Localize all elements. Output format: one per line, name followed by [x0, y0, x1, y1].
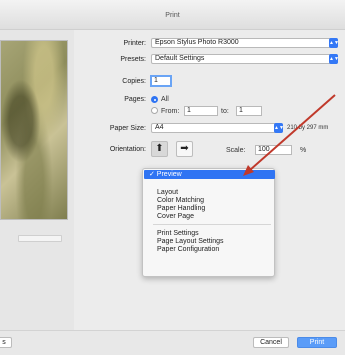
landscape-orientation-button[interactable]: ➡: [176, 141, 193, 157]
window-title: Print: [165, 12, 180, 19]
print-button[interactable]: Print: [297, 337, 337, 348]
presets-value: Default Settings: [155, 55, 205, 62]
pages-to-label: to:: [221, 108, 229, 115]
pages-range-radio[interactable]: [151, 107, 158, 114]
menu-item-color-matching[interactable]: Color Matching: [157, 197, 204, 204]
copies-field[interactable]: 1: [150, 75, 172, 87]
title-bar: Print: [0, 0, 345, 30]
scale-unit: %: [300, 147, 307, 154]
paper-size-dimensions: 210 by 297 mm: [287, 125, 329, 131]
popup-arrows-icon: ▲▼: [329, 54, 339, 64]
orientation-label: Orientation:: [109, 146, 146, 153]
printer-value: Epson Stylus Photo R3000: [155, 39, 239, 46]
scale-field[interactable]: 100: [255, 145, 292, 155]
menu-item-layout[interactable]: Layout: [157, 189, 178, 196]
scale-label: Scale:: [226, 147, 246, 154]
pages-from-label: From:: [161, 108, 180, 115]
pages-from-field[interactable]: 1: [184, 106, 218, 116]
popup-arrows-icon: ▲▼: [329, 38, 339, 48]
menu-item-paper-configuration[interactable]: Paper Configuration: [157, 246, 219, 253]
photo-preview: [0, 40, 68, 220]
menu-item-print-settings[interactable]: Print Settings: [157, 230, 199, 237]
paper-size-label: Paper Size:: [109, 125, 146, 132]
details-button[interactable]: s: [0, 337, 12, 348]
pages-all-radio[interactable]: [151, 96, 158, 103]
print-options-menu: ✓ Preview Layout Color Matching Paper Ha…: [142, 168, 275, 277]
preview-pane: [0, 30, 74, 330]
cancel-button[interactable]: Cancel: [253, 337, 289, 348]
page-navigation-controls[interactable]: [18, 235, 62, 242]
copies-label: Copies:: [122, 78, 146, 85]
bottom-bar: s Cancel Print: [0, 330, 345, 355]
presets-popup[interactable]: Default Settings ▲▼: [151, 54, 339, 64]
menu-item-preview[interactable]: ✓ Preview: [144, 170, 275, 179]
printer-label: Printer:: [123, 40, 146, 47]
menu-separator: [153, 224, 271, 225]
pages-all-label: All: [161, 96, 169, 103]
presets-label: Presets:: [120, 56, 146, 63]
paper-size-value: A4: [155, 124, 164, 131]
pages-to-field[interactable]: 1: [236, 106, 262, 116]
portrait-orientation-button[interactable]: ⬆: [151, 141, 168, 157]
portrait-icon: ⬆: [155, 143, 164, 154]
pages-label: Pages:: [124, 96, 146, 103]
landscape-icon: ➡: [180, 143, 189, 154]
paper-size-popup[interactable]: A4 ▲▼: [151, 123, 284, 133]
printer-popup[interactable]: Epson Stylus Photo R3000 ▲▼: [151, 38, 339, 48]
menu-item-cover-page[interactable]: Cover Page: [157, 213, 194, 220]
menu-item-paper-handling[interactable]: Paper Handling: [157, 205, 205, 212]
popup-arrows-icon: ▲▼: [274, 123, 284, 133]
menu-item-page-layout-settings[interactable]: Page Layout Settings: [157, 238, 224, 245]
